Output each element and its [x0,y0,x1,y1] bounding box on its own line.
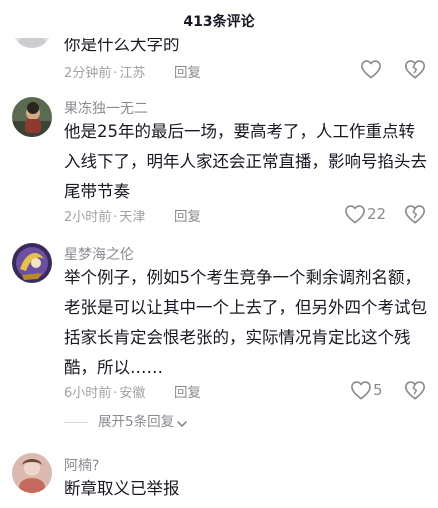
meta-separator: · [113,66,118,81]
broken-heart-icon [404,58,426,80]
comment-text: 举个例子，例如5个考生竞争一个剩余调剂名额，老张是可以让其中一个上去了，但另外四… [64,268,427,377]
comment-time: 2分钟前 [64,66,112,81]
comment-text: 他是25年的最后一场，要高考了，人工作重点转入线下了，明年人家还会正常直播，影响… [64,122,427,201]
like-button[interactable] [344,204,366,226]
avatar[interactable] [12,97,52,137]
meta-separator: · [113,386,118,401]
comment-count-title: 413条评论 [183,14,255,30]
meta-separator: · [113,210,118,225]
comment-location: 天津 [119,210,146,225]
comment-text: 断章取义已举报 [64,479,180,498]
expand-divider [64,421,88,423]
heart-outline-icon [360,59,382,79]
comments-header: 413条评论 [0,0,438,38]
dislike-button[interactable] [404,58,426,80]
chevron-down-icon [176,417,188,427]
comment-username[interactable]: 阿楠? [64,455,99,475]
expand-replies-label: 展开5条回复 [98,414,175,430]
reply-button[interactable]: 回复 [174,61,201,81]
like-count: 5 [373,381,383,399]
comment-username[interactable]: 星梦海之伦 [64,244,134,264]
reply-button[interactable]: 回复 [174,381,201,401]
comment-location: 江苏 [119,66,146,81]
like-button[interactable] [350,380,372,402]
reply-button[interactable]: 回复 [174,205,201,225]
broken-heart-icon [404,379,426,401]
heart-outline-icon [350,380,372,400]
like-button[interactable] [360,59,382,81]
comment-username[interactable]: 果冻独一无二 [64,98,148,118]
like-count: 22 [367,205,387,223]
dislike-button[interactable] [404,203,426,225]
avatar[interactable] [12,453,52,493]
comment-location: 安徽 [119,386,146,401]
comment-time: 2小时前 [64,210,112,225]
comment-time: 6小时前 [64,386,112,401]
dislike-button[interactable] [404,379,426,401]
avatar[interactable] [12,243,52,283]
comment-meta: 6小时前 · 安徽 [64,382,145,401]
expand-replies-button[interactable]: 展开5条回复 [64,410,188,430]
broken-heart-icon [404,203,426,225]
comment-meta: 2小时前 · 天津 [64,206,145,225]
heart-outline-icon [344,204,366,224]
comment-meta: 2分钟前 · 江苏 [64,62,145,81]
